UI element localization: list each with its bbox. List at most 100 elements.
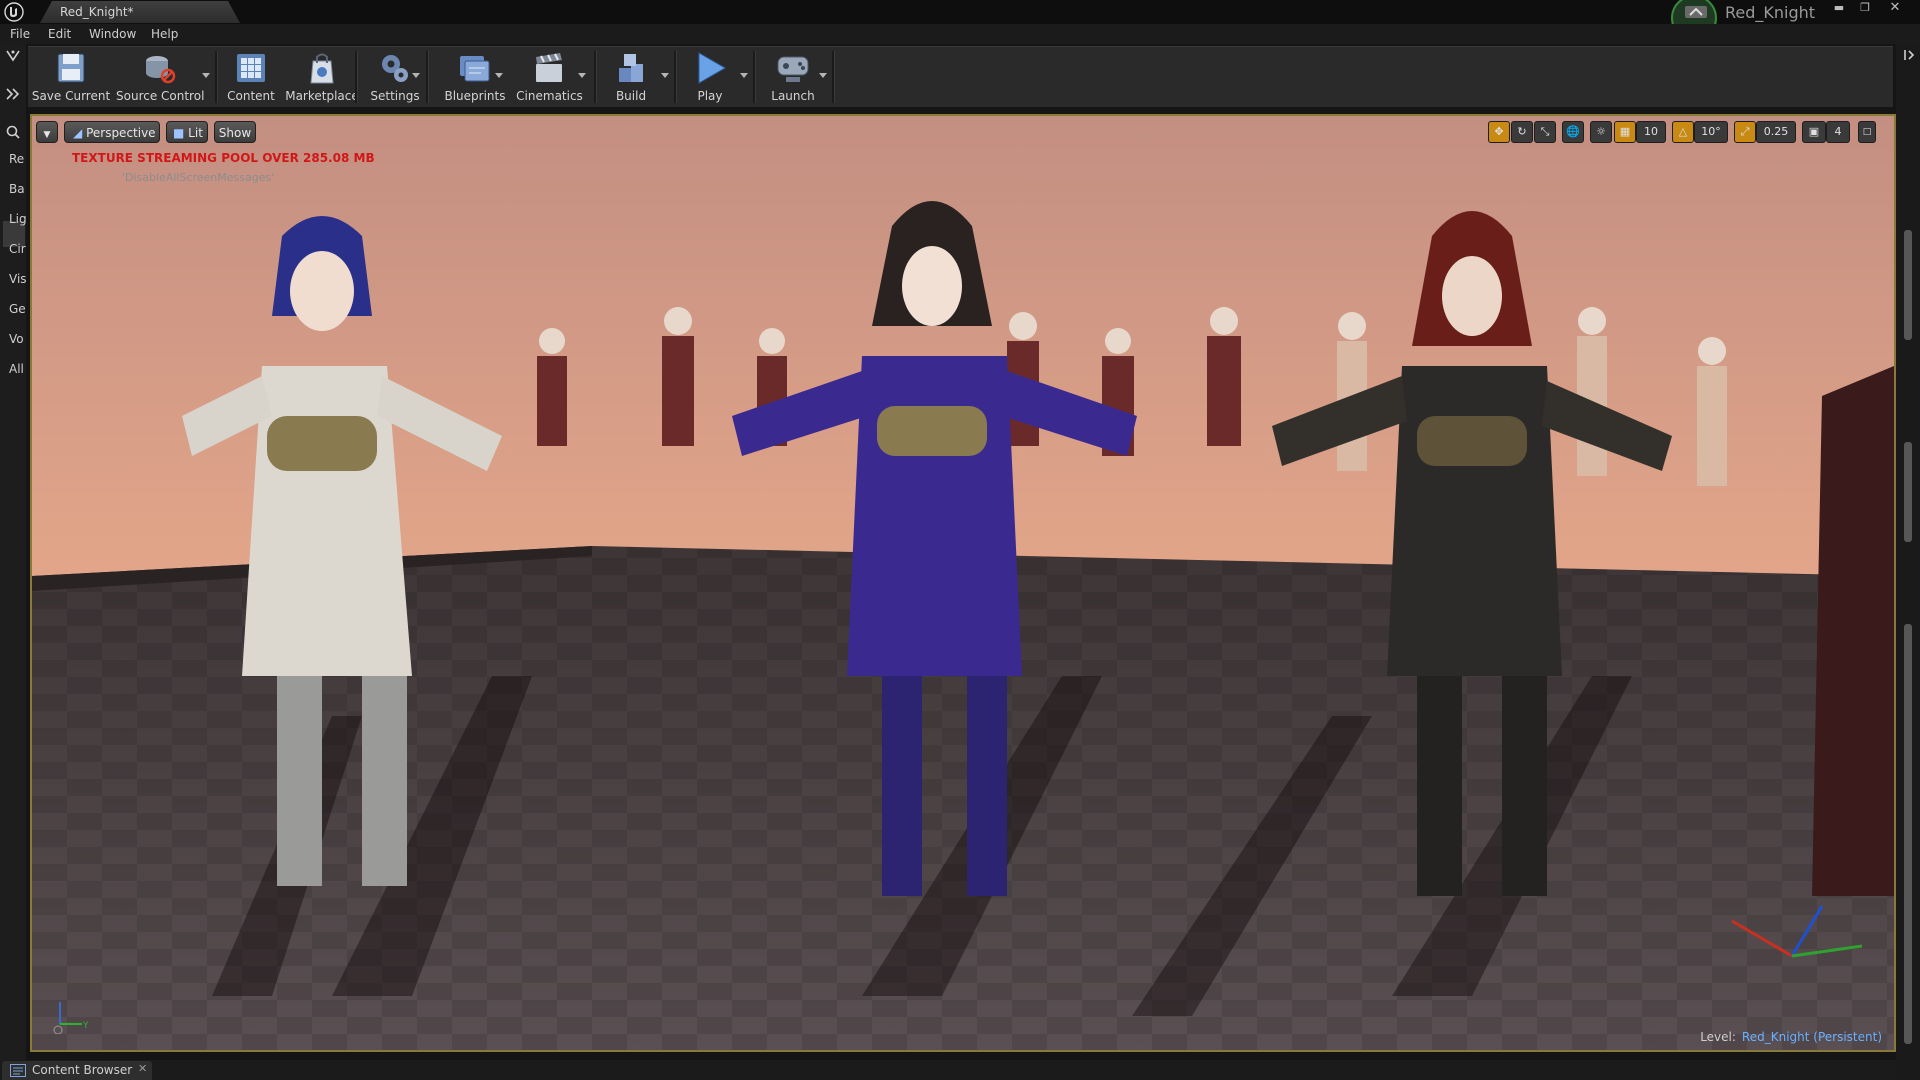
toolbar-separator <box>355 51 358 103</box>
level-viewport[interactable]: ▼ ◢ Perspective ■ Lit Show ✥ ↻ ⤡ 🌐 ☼ ▦ 1… <box>30 114 1896 1052</box>
play-label: Play <box>697 89 723 103</box>
build-button[interactable]: Build <box>600 47 662 107</box>
scale-snap-value[interactable]: 0.25 <box>1756 121 1796 143</box>
content-grid-icon <box>237 54 265 82</box>
save-current-button[interactable]: Save Current <box>28 47 114 107</box>
blueprint-icon <box>460 56 490 82</box>
settings-button[interactable]: Settings <box>359 47 431 107</box>
close-tab-icon[interactable]: ✕ <box>138 1062 147 1075</box>
collapse-icon[interactable] <box>1902 48 1916 62</box>
camera-speed-icon[interactable]: ▣ <box>1802 121 1826 143</box>
content-browser-tab[interactable]: Content Browser ✕ <box>2 1061 152 1080</box>
character-partial-right <box>1812 366 1894 896</box>
grid-snap-icon[interactable]: ▦ <box>1614 121 1636 143</box>
toolbar-separator <box>426 51 429 103</box>
rotate-mode-icon[interactable]: ↻ <box>1511 121 1533 143</box>
menu-window[interactable]: Window <box>89 27 136 41</box>
source-control-icon <box>146 56 176 84</box>
level-name[interactable]: Red_Knight (Persistent) <box>1742 1030 1882 1044</box>
minimize-icon[interactable]: ▬ <box>1828 1 1850 15</box>
launch-button[interactable]: Launch <box>758 47 828 107</box>
viewport-options-button[interactable]: ▼ <box>36 121 58 143</box>
settings-label: Settings <box>370 89 420 103</box>
toolbar-separator <box>832 51 835 103</box>
mode-tab-lights[interactable]: Lig <box>9 212 27 226</box>
mode-tab-recent[interactable]: Re <box>9 152 24 166</box>
scene-render[interactable] <box>32 116 1894 1050</box>
maximize-viewport-icon[interactable]: □ <box>1858 121 1876 143</box>
disable-messages-hint: 'DisableAllScreenMessages' <box>122 171 275 184</box>
perspective-label: Perspective <box>86 126 156 140</box>
content-label: Content <box>227 89 275 103</box>
source-control-dropdown-icon[interactable] <box>202 73 210 78</box>
axis-indicator-icon: Y <box>53 1002 89 1034</box>
mode-tab-visual-effects[interactable]: Vis <box>9 272 27 286</box>
source-control-label: Source Control <box>116 89 205 103</box>
details-panel-strip <box>1896 44 1920 1080</box>
blueprints-dropdown-icon[interactable] <box>495 73 503 78</box>
properties-scrollbar[interactable] <box>1904 624 1912 1044</box>
mode-tab-geometry[interactable]: Ge <box>9 302 26 316</box>
gears-icon <box>382 55 408 82</box>
toolbar-separator <box>674 51 677 103</box>
details-scrollbar[interactable] <box>1904 442 1912 542</box>
rotation-snap-icon[interactable]: △ <box>1672 121 1694 143</box>
perspective-icon: ◢ <box>73 126 83 140</box>
show-button[interactable]: Show <box>214 121 256 143</box>
lit-label: Lit <box>188 126 203 140</box>
translate-mode-icon[interactable]: ✥ <box>1488 121 1510 143</box>
show-label: Show <box>218 126 252 140</box>
outliner-scrollbar[interactable] <box>1904 230 1912 340</box>
menu-edit[interactable]: Edit <box>48 27 71 41</box>
build-label: Build <box>615 89 647 103</box>
mode-tab-all-classes[interactable]: All <box>9 362 24 376</box>
marketplace-label: Marketplace <box>285 89 359 103</box>
project-name: Red_Knight <box>1725 3 1816 22</box>
camera-speed-value[interactable]: 4 <box>1826 121 1850 143</box>
viewport-right-toolbar: ✥ ↻ ⤡ 🌐 ☼ ▦ 10 △ 10° ⤢ 0.25 ▣ 4 □ <box>1488 121 1888 145</box>
unreal-logo-icon[interactable] <box>4 2 24 22</box>
texture-streaming-warning: TEXTURE STREAMING POOL OVER 285.08 MB <box>72 151 375 165</box>
source-control-button[interactable]: Source Control <box>116 47 205 107</box>
grid-snap-value[interactable]: 10 <box>1636 121 1666 143</box>
document-tab-label: Red_Knight* <box>60 5 134 19</box>
mode-tab-cinematic[interactable]: Cir <box>9 242 26 256</box>
settings-dropdown-icon[interactable] <box>412 73 420 78</box>
menu-help[interactable]: Help <box>151 27 178 41</box>
toolbar-separator <box>215 51 218 103</box>
cinematics-dropdown-icon[interactable] <box>578 73 586 78</box>
lit-button[interactable]: ■ Lit <box>166 121 208 143</box>
world-space-icon[interactable]: 🌐 <box>1562 121 1584 143</box>
toolbar-separator <box>753 51 756 103</box>
select-mode-icon[interactable] <box>5 48 21 64</box>
content-browser-label: Content Browser <box>32 1063 133 1077</box>
rotation-snap-value[interactable]: 10° <box>1694 121 1728 143</box>
floppy-disk-icon <box>57 53 85 83</box>
menu-file[interactable]: File <box>10 27 30 41</box>
mode-tab-basic[interactable]: Ba <box>9 182 25 196</box>
main-toolbar: Save Current Source Control Content Mark… <box>28 46 1893 107</box>
content-browser-icon <box>10 1064 26 1077</box>
play-dropdown-icon[interactable] <box>740 73 748 78</box>
play-triangle-icon <box>698 52 727 84</box>
scale-snap-icon[interactable]: ⤢ <box>1734 121 1756 143</box>
toolbar-separator <box>594 51 597 103</box>
play-button[interactable]: Play <box>680 47 740 107</box>
marketplace-button[interactable]: Marketplace <box>282 47 362 107</box>
restore-icon[interactable]: ❐ <box>1854 1 1876 15</box>
content-button[interactable]: Content <box>220 47 282 107</box>
build-dropdown-icon[interactable] <box>661 73 669 78</box>
build-blocks-icon <box>619 54 643 82</box>
close-icon[interactable]: ✕ <box>1884 1 1906 15</box>
bottom-bar: Content Browser ✕ <box>0 1060 1896 1080</box>
surface-snap-icon[interactable]: ☼ <box>1590 121 1612 143</box>
scale-mode-icon[interactable]: ⤡ <box>1534 121 1556 143</box>
perspective-button[interactable]: ◢ Perspective <box>64 121 160 143</box>
document-tab[interactable]: Red_Knight* <box>40 1 240 23</box>
mode-tab-volumes[interactable]: Vo <box>9 332 24 346</box>
cinematics-label: Cinematics <box>516 89 583 103</box>
search-icon[interactable] <box>5 124 21 140</box>
expand-panel-icon[interactable] <box>5 86 21 102</box>
blueprints-button[interactable]: Blueprints <box>433 47 517 107</box>
launch-dropdown-icon[interactable] <box>819 73 827 78</box>
